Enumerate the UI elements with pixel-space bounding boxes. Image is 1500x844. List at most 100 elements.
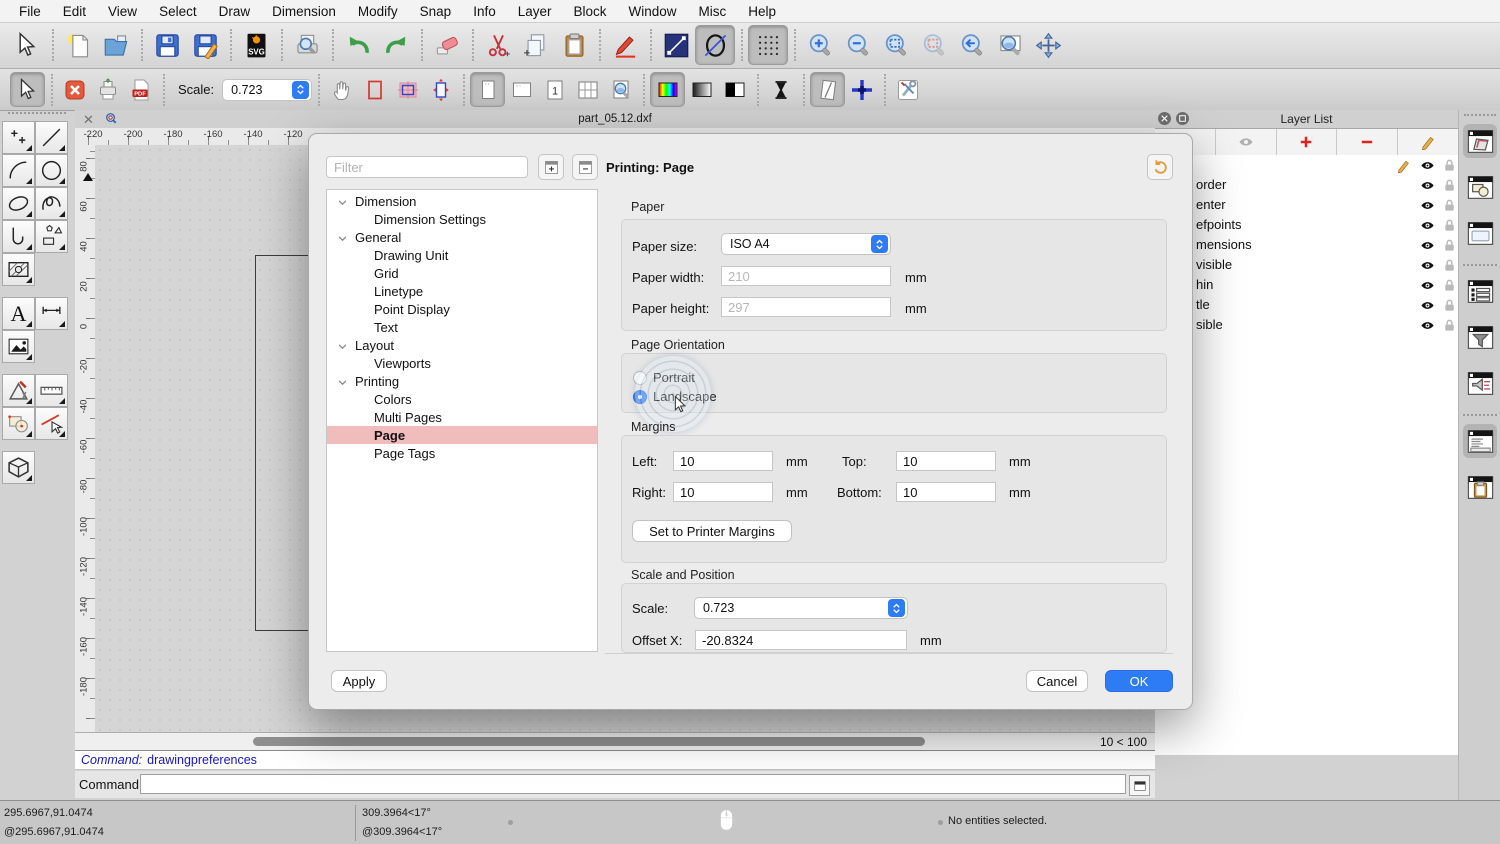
palette-drag-handle[interactable] — [8, 112, 66, 116]
margin-right-input[interactable] — [673, 482, 773, 502]
pointer-button[interactable] — [10, 72, 45, 107]
layer-row[interactable]: efpoints — [1155, 215, 1458, 235]
layer-visibility-icon[interactable] — [1420, 278, 1435, 293]
clipboard-panel-button[interactable] — [1463, 470, 1497, 504]
crosshair-button[interactable] — [845, 73, 878, 106]
layer-lock-icon[interactable] — [1442, 238, 1457, 253]
settings-tools-button[interactable] — [891, 73, 924, 106]
tree-item-dimension-settings[interactable]: Dimension Settings — [327, 210, 597, 228]
chevron-down-icon[interactable] — [337, 196, 348, 207]
print-preview-button[interactable] — [288, 26, 326, 64]
layer-visibility-icon[interactable] — [1420, 318, 1435, 333]
menu-help[interactable]: Help — [737, 4, 787, 19]
collapse-all-button[interactable] — [572, 154, 598, 180]
tree-item-point-display[interactable]: Point Display — [327, 300, 597, 318]
save-as-button[interactable] — [186, 26, 224, 64]
paper-height-input[interactable] — [721, 297, 891, 317]
margin-left-input[interactable] — [673, 451, 773, 471]
zoom-pan-button[interactable] — [1029, 26, 1067, 64]
tree-item-drawing-unit[interactable]: Drawing Unit — [327, 246, 597, 264]
offset-x-input[interactable] — [695, 630, 907, 650]
shapes-button[interactable] — [35, 220, 68, 253]
filter-input[interactable] — [326, 156, 528, 178]
line-button[interactable] — [35, 121, 68, 154]
zoom-window-button[interactable] — [991, 26, 1029, 64]
layer-row[interactable]: tle — [1155, 295, 1458, 315]
layer-visibility-icon[interactable] — [1420, 238, 1435, 253]
modify-tools-button[interactable] — [2, 374, 35, 407]
layer-row[interactable]: mensions — [1155, 235, 1458, 255]
filter-panel-button[interactable] — [1463, 320, 1497, 354]
chevron-down-icon[interactable] — [337, 376, 348, 387]
zoom-fit-button[interactable] — [877, 26, 915, 64]
dock-drag-handle[interactable] — [1464, 114, 1496, 116]
line-tool-button[interactable] — [657, 26, 695, 64]
tree-item-dimension[interactable]: Dimension — [327, 192, 597, 210]
layer-lock-icon[interactable] — [1442, 258, 1457, 273]
layer-row[interactable]: visible — [1155, 255, 1458, 275]
tree-item-page-tags[interactable]: Page Tags — [327, 444, 597, 462]
cut-button[interactable] — [479, 26, 517, 64]
chevron-down-icon[interactable] — [337, 340, 348, 351]
layer-lock-icon[interactable] — [1442, 158, 1457, 173]
redo-button[interactable] — [377, 26, 415, 64]
print-area-button[interactable] — [391, 73, 424, 106]
library-panel-button[interactable] — [1463, 366, 1497, 400]
command-input[interactable] — [140, 774, 1126, 794]
menu-draw[interactable]: Draw — [208, 4, 262, 19]
set-printer-margins-button[interactable]: Set to Printer Margins — [632, 520, 792, 542]
menu-block[interactable]: Block — [563, 4, 618, 19]
blank-view-button[interactable] — [505, 73, 538, 106]
layer-lock-icon[interactable] — [1442, 178, 1457, 193]
draft-mode-button[interactable] — [810, 72, 845, 107]
select-cursor-button[interactable] — [8, 26, 46, 64]
points-button[interactable] — [2, 121, 35, 154]
dimension-button[interactable] — [35, 297, 68, 330]
menu-window[interactable]: Window — [618, 4, 688, 19]
layer-visibility-icon[interactable] — [1420, 198, 1435, 213]
layer-minus-button[interactable] — [1337, 129, 1398, 155]
zoom-selection-button[interactable] — [915, 26, 953, 64]
menu-file[interactable]: File — [8, 4, 52, 19]
paper-size-select[interactable]: ISO A4 — [721, 233, 891, 255]
circle-button[interactable] — [35, 154, 68, 187]
arc-button[interactable] — [2, 154, 35, 187]
single-page-button[interactable]: 1 — [538, 73, 571, 106]
solid-button[interactable] — [2, 451, 35, 484]
tree-item-general[interactable]: General — [327, 228, 597, 246]
blocks-button[interactable] — [2, 407, 35, 440]
menu-select[interactable]: Select — [148, 4, 208, 19]
save-button[interactable] — [148, 26, 186, 64]
cancel-button[interactable]: Cancel — [1026, 670, 1088, 692]
pdf-export-button[interactable]: PDF — [124, 73, 157, 106]
tree-item-layout[interactable]: Layout — [327, 336, 597, 354]
layer-visibility-icon[interactable] — [1420, 158, 1435, 173]
close-document-button[interactable] — [58, 73, 91, 106]
layer-row[interactable]: hin — [1155, 275, 1458, 295]
ellipse-tool-button[interactable] — [695, 25, 735, 65]
ellipse-button[interactable] — [2, 187, 35, 220]
tree-item-multi-pages[interactable]: Multi Pages — [327, 408, 597, 426]
layer-row[interactable]: order — [1155, 175, 1458, 195]
menu-info[interactable]: Info — [462, 4, 507, 19]
scrollbar-thumb[interactable] — [253, 737, 925, 746]
polyline-button[interactable] — [2, 220, 35, 253]
tree-item-colors[interactable]: Colors — [327, 390, 597, 408]
zoom-previous-button[interactable] — [953, 26, 991, 64]
chevron-down-icon[interactable] — [337, 232, 348, 243]
layer-eye-button[interactable] — [1216, 129, 1277, 155]
margin-top-input[interactable] — [896, 451, 996, 471]
zoom-page-button[interactable] — [604, 73, 637, 106]
color-gray-button[interactable] — [685, 73, 718, 106]
tree-item-printing[interactable]: Printing — [327, 372, 597, 390]
tree-item-viewports[interactable]: Viewports — [327, 354, 597, 372]
paper-width-input[interactable] — [721, 266, 891, 286]
ok-button[interactable]: OK — [1105, 670, 1173, 692]
print-button[interactable] — [91, 73, 124, 106]
svg-export-button[interactable]: SVG — [237, 26, 275, 64]
menu-dimension[interactable]: Dimension — [261, 4, 347, 19]
layer-lock-icon[interactable] — [1442, 318, 1457, 333]
command-panel-button[interactable] — [1463, 424, 1497, 458]
color-full-button[interactable] — [650, 72, 685, 107]
tree-item-linetype[interactable]: Linetype — [327, 282, 597, 300]
